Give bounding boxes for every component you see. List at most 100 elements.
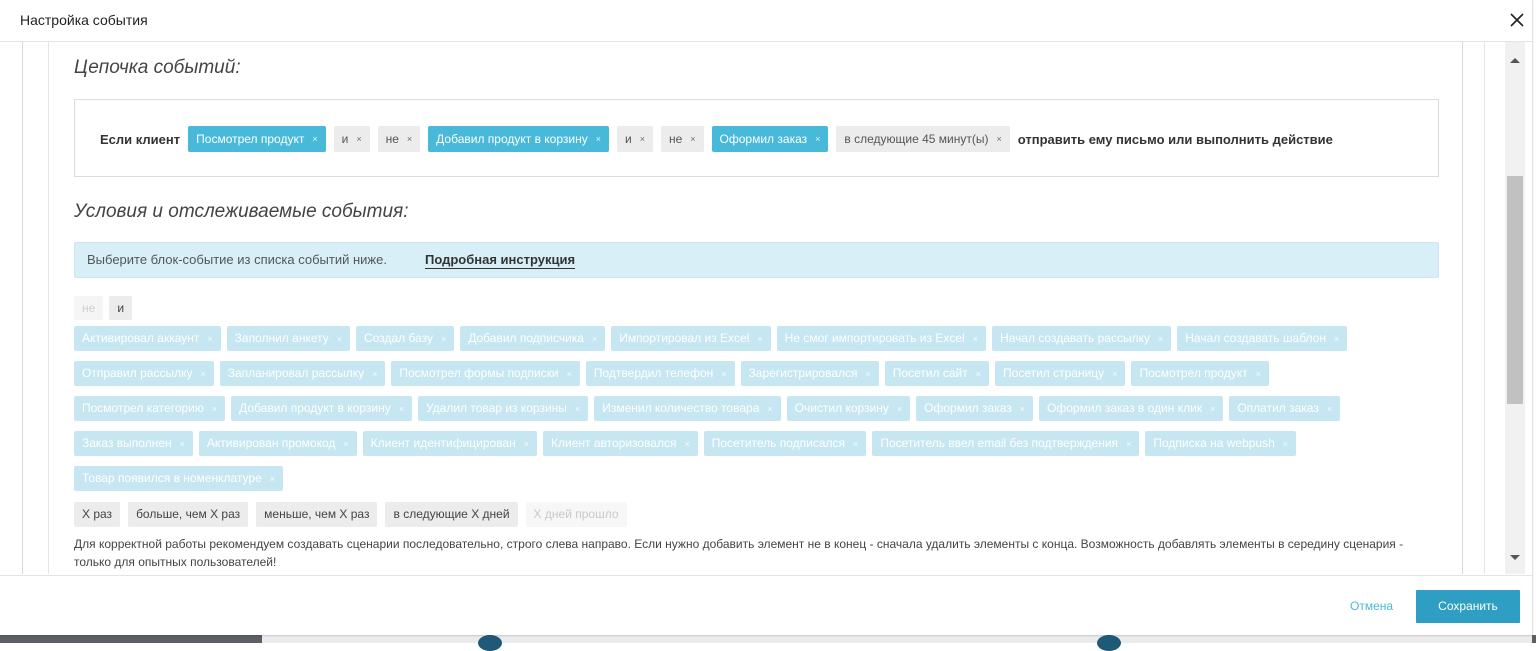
- scroll-down-icon[interactable]: [1510, 555, 1520, 560]
- event-block[interactable]: Заполнил анкету ×: [226, 326, 350, 351]
- save-button[interactable]: Сохранить: [1416, 590, 1520, 623]
- close-icon[interactable]: [1506, 9, 1528, 31]
- background-panel: [262, 635, 1532, 643]
- event-block[interactable]: Начал создавать рассылку ×: [991, 326, 1172, 351]
- chain-chip[interactable]: в следующие 45 минут(ы) ×: [836, 126, 1010, 152]
- remove-icon[interactable]: ×: [640, 134, 645, 144]
- event-settings-dialog: Настройка события Цепочка событий: Если …: [0, 0, 1532, 635]
- event-block-label: Добавил подписчика: [468, 331, 584, 345]
- remove-icon[interactable]: ×: [312, 134, 317, 144]
- chain-chip[interactable]: Добавил продукт в корзину ×: [428, 126, 609, 152]
- event-block-label: Оформил заказ в один клик: [1047, 401, 1203, 415]
- chain-tail-text: отправить ему письмо или выполнить дейст…: [1017, 131, 1333, 147]
- chain-chip[interactable]: Посмотрел продукт ×: [188, 126, 326, 152]
- chain-chip-label: в следующие 45 минут(ы): [844, 132, 989, 146]
- dialog-body: Цепочка событий: Если клиент Посмотрел п…: [0, 42, 1532, 574]
- remove-icon[interactable]: ×: [596, 134, 601, 144]
- scroll-up-icon[interactable]: [1510, 58, 1520, 63]
- scrollbar-thumb[interactable]: [1507, 176, 1523, 404]
- event-block[interactable]: Импортировал из Excel ×: [611, 326, 771, 351]
- event-block-label: Заполнил анкету: [234, 331, 329, 345]
- remove-icon: ×: [211, 404, 218, 414]
- quantifier-button[interactable]: меньше, чем X раз: [256, 502, 378, 527]
- chain-chip[interactable]: и ×: [617, 126, 653, 152]
- event-block[interactable]: Подтвердил телефон ×: [585, 361, 735, 386]
- event-block-label: Посмотрел формы подписки: [399, 366, 559, 380]
- operator-button[interactable]: и: [109, 296, 133, 320]
- event-block[interactable]: Создал базу ×: [356, 326, 455, 351]
- event-block-label: Подтвердил телефон: [593, 366, 714, 380]
- event-block[interactable]: Товар появился в номенклатуре ×: [74, 466, 284, 491]
- remove-icon: ×: [1112, 369, 1118, 379]
- event-block[interactable]: Зарегистрировался ×: [740, 361, 879, 386]
- event-block[interactable]: Удалил товар из корзины ×: [417, 396, 589, 421]
- event-block[interactable]: Активировал аккаунт ×: [74, 326, 221, 351]
- chain-chip[interactable]: Оформил заказ ×: [711, 126, 829, 152]
- chain-chip[interactable]: не ×: [660, 126, 704, 152]
- event-block-label: Активирован промокод: [206, 436, 336, 450]
- remove-icon[interactable]: ×: [996, 134, 1001, 144]
- instruction-link[interactable]: Подробная инструкция: [425, 252, 576, 269]
- quantifier-button[interactable]: X дней прошло: [525, 502, 627, 527]
- quantifier-button[interactable]: X раз: [74, 502, 121, 527]
- operator-buttons: не и: [74, 296, 133, 320]
- event-block-label: Товар появился в номенклатуре: [82, 471, 262, 485]
- event-block[interactable]: Клиент идентифицирован ×: [362, 431, 537, 456]
- remove-icon[interactable]: ×: [690, 134, 695, 144]
- remove-icon: ×: [896, 404, 903, 414]
- event-block[interactable]: Оформил заказ в один клик ×: [1039, 396, 1224, 421]
- event-block[interactable]: Посмотрел продукт ×: [1131, 361, 1269, 386]
- info-banner: Выберите блок-событие из списка событий …: [74, 242, 1439, 278]
- event-block-label: Изменил количество товара: [602, 401, 760, 415]
- event-block[interactable]: Подписка на webpush ×: [1145, 431, 1297, 456]
- event-block[interactable]: Посетитель ввел email без подтверждения ×: [872, 431, 1140, 456]
- event-block[interactable]: Оплатил заказ ×: [1229, 396, 1341, 421]
- remove-icon: ×: [269, 474, 276, 484]
- event-block[interactable]: Добавил продукт в корзину ×: [231, 396, 412, 421]
- cancel-button[interactable]: Отмена: [1350, 599, 1393, 613]
- event-block[interactable]: Клиент авторизовался ×: [543, 431, 698, 456]
- remove-icon[interactable]: ×: [407, 134, 412, 144]
- remove-icon: ×: [972, 334, 978, 344]
- event-block[interactable]: Посетил страницу ×: [995, 361, 1126, 386]
- event-block[interactable]: Посетил сайт ×: [884, 361, 990, 386]
- remove-icon[interactable]: ×: [815, 134, 820, 144]
- chain-chip-label: не: [668, 132, 683, 146]
- event-block[interactable]: Посмотрел категорию ×: [74, 396, 226, 421]
- remove-icon: ×: [1255, 369, 1261, 379]
- event-block[interactable]: Добавил подписчика ×: [460, 326, 606, 351]
- event-block[interactable]: Очистил корзину ×: [786, 396, 911, 421]
- event-block[interactable]: Не смог импортировать из Excel ×: [776, 326, 986, 351]
- event-block[interactable]: Посмотрел формы подписки ×: [391, 361, 580, 386]
- event-block[interactable]: Активирован промокод ×: [198, 431, 357, 456]
- event-block[interactable]: Заказ выполнен ×: [74, 431, 193, 456]
- event-block-label: Запланировал рассылку: [227, 366, 365, 380]
- quantifier-button[interactable]: больше, чем X раз: [128, 502, 249, 527]
- event-block[interactable]: Начал создавать шаблон ×: [1177, 326, 1348, 351]
- event-block[interactable]: Оформил заказ ×: [916, 396, 1034, 421]
- quantifier-button[interactable]: в следующие X дней: [385, 502, 518, 527]
- remove-icon: ×: [398, 404, 404, 414]
- event-block-label: Создал базу: [364, 331, 433, 345]
- dialog-header: Настройка события: [0, 0, 1532, 42]
- remove-icon[interactable]: ×: [356, 134, 361, 144]
- remove-icon: ×: [1019, 404, 1026, 414]
- conditions-section-title: Условия и отслеживаемые события:: [74, 201, 409, 222]
- chain-chip[interactable]: не ×: [377, 126, 421, 152]
- event-block[interactable]: Запланировал рассылку ×: [219, 361, 386, 386]
- info-message: Выберите блок-событие из списка событий …: [87, 252, 387, 267]
- dialog-footer: Отмена Сохранить: [0, 575, 1532, 636]
- event-block[interactable]: Отправил рассылку ×: [74, 361, 214, 386]
- event-block[interactable]: Посетитель подписался ×: [703, 431, 867, 456]
- event-block[interactable]: Изменил количество товара ×: [594, 396, 781, 421]
- event-block-label: Оформил заказ: [924, 401, 1012, 415]
- event-block-label: Импортировал из Excel: [619, 331, 750, 345]
- scrollbar[interactable]: [1505, 42, 1525, 574]
- divider: [22, 42, 23, 574]
- operator-button[interactable]: не: [74, 296, 104, 320]
- chain-chip[interactable]: и ×: [333, 126, 370, 152]
- remove-icon: ×: [566, 369, 572, 379]
- remove-icon: ×: [757, 334, 763, 344]
- event-block-label: Добавил продукт в корзину: [239, 401, 391, 415]
- chain-lead-text: Если клиент: [100, 131, 181, 147]
